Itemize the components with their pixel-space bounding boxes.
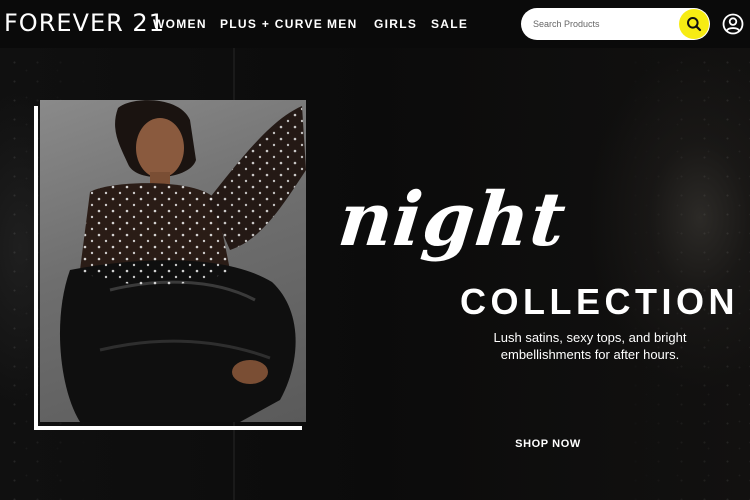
user-account-icon xyxy=(722,13,744,35)
shop-now-link[interactable]: SHOP NOW xyxy=(514,434,582,454)
hero-model-image[interactable] xyxy=(40,100,306,422)
search-icon xyxy=(687,17,702,32)
nav-item-plus-curve[interactable]: PLUS + CURVE xyxy=(220,17,327,31)
nav-item-women[interactable]: WOMEN xyxy=(153,17,220,31)
search-bar xyxy=(521,8,710,40)
hero-subtitle: Lush satins, sexy tops, and bright embel… xyxy=(493,330,687,362)
nav-item-sale[interactable]: SALE xyxy=(431,17,471,31)
nav-item-men[interactable]: MEN xyxy=(327,17,374,31)
nav-item-girls[interactable]: GIRLS xyxy=(374,17,431,31)
brand-logo[interactable]: FOREVER 21 xyxy=(4,9,165,37)
search-button[interactable] xyxy=(679,9,709,39)
account-button[interactable] xyxy=(722,13,744,35)
model-illustration xyxy=(59,100,306,422)
hero-banner[interactable]: night COLLECTION Lush satins, sexy tops,… xyxy=(0,48,750,500)
main-nav: WOMEN PLUS + CURVE MEN GIRLS SALE xyxy=(153,17,471,31)
search-input[interactable] xyxy=(533,16,673,32)
headline-collection: COLLECTION xyxy=(460,281,739,322)
headline-script: night xyxy=(334,177,571,263)
site-header: FOREVER 21 WOMEN PLUS + CURVE MEN GIRLS … xyxy=(0,0,750,48)
